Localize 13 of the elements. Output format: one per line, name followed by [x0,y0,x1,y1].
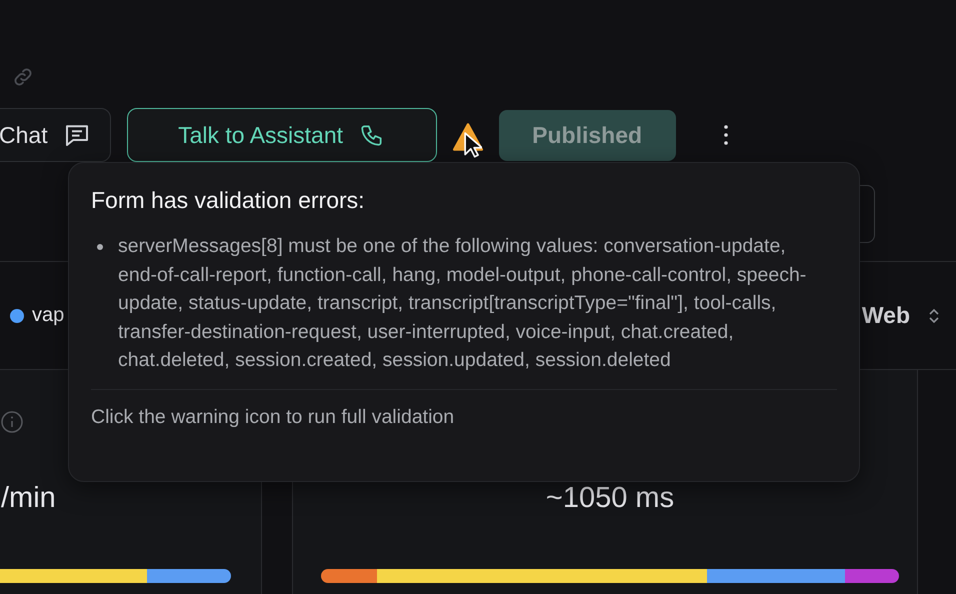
channel-select[interactable]: Web [862,302,940,329]
mouse-cursor-icon [464,132,482,159]
info-icon[interactable] [0,410,24,434]
chat-button[interactable]: Chat [0,108,111,162]
tooltip-hint: Click the warning icon to run full validation [91,406,456,428]
more-options-icon[interactable] [722,124,729,146]
talk-to-assistant-button[interactable]: Talk to Assistant [126,108,437,162]
error-message: serverMessages[8] must be one of the following values: conversation-update, end-of-call-report, function-call, hang, model-output, phone-call-control, speech-update, status-update, transcript, transcript[transcriptType="final"], tool-calls, transfer-destination-request, user-interrupted, voice-input, chat.created, chat.deleted, session.created, session.updated, session.deleted [118,234,808,373]
provider-label: vap [32,304,64,327]
metric-value: /min [1,482,57,516]
metric-value: ~1050 ms [544,482,676,516]
bullet-icon [97,244,103,250]
tooltip-title: Form has validation errors: [91,187,366,214]
